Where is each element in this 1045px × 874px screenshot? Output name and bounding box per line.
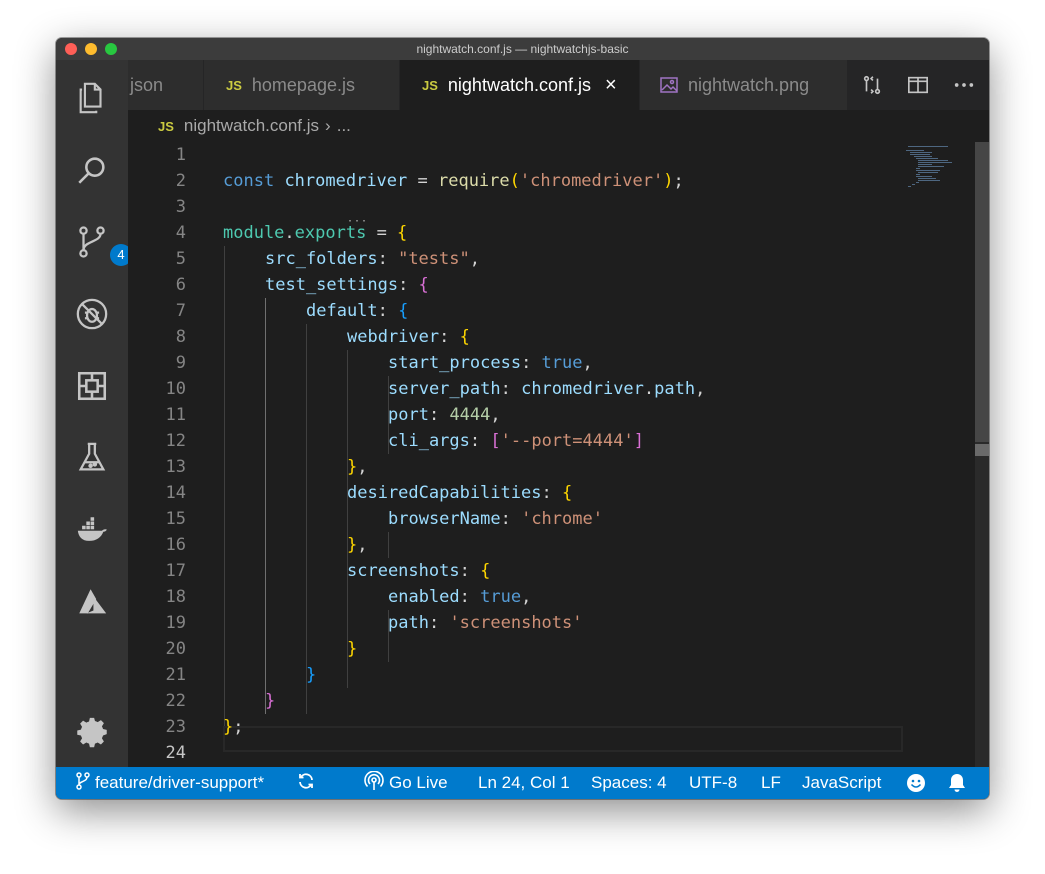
- code-line: 24: [165, 743, 186, 763]
- activity-bar: 4: [56, 60, 132, 767]
- scrollbar-thumb[interactable]: [975, 142, 989, 442]
- code-line: 4 module.exports = {: [175, 223, 408, 243]
- code-line: 9 start_process: true,: [175, 353, 593, 373]
- files-icon[interactable]: [74, 80, 110, 116]
- status-bar: feature/driver-support* Go Live Ln 24, C…: [56, 767, 989, 799]
- vertical-scrollbar[interactable]: [975, 142, 989, 767]
- breadcrumb: JS nightwatch.conf.js › ...: [128, 110, 989, 142]
- feedback-smiley-icon[interactable]: [906, 767, 931, 799]
- tab-label: homepage.js: [251, 74, 355, 95]
- encoding-setting[interactable]: UTF-8: [689, 767, 737, 799]
- code-line: 12 cli_args: ['--port=4444']: [165, 431, 644, 451]
- chevron-right-icon: ›: [325, 116, 331, 135]
- flask-icon[interactable]: [74, 440, 110, 476]
- code-line: 14 desiredCapabilities: {: [165, 483, 573, 503]
- tab-package-json[interactable]: json: [128, 60, 204, 110]
- code-line: 18 enabled: true,: [165, 587, 532, 607]
- debug-icon[interactable]: [74, 296, 110, 332]
- code-line: 21}: [165, 665, 317, 685]
- go-live-label: Go Live: [389, 773, 448, 792]
- broadcast-icon: [364, 770, 389, 796]
- code-line: 6 test_settings: {: [175, 275, 429, 295]
- sync-button[interactable]: [297, 767, 320, 799]
- code-line: 5 src_folders: "tests",: [175, 249, 480, 269]
- indentation-setting[interactable]: Spaces: 4: [591, 767, 667, 799]
- code-line: 22}: [165, 691, 276, 711]
- vscode-window: nightwatch.conf.js — nightwatchjs-basic …: [56, 38, 989, 799]
- gear-icon[interactable]: [74, 714, 110, 750]
- search-icon[interactable]: [74, 152, 110, 188]
- docker-icon[interactable]: [74, 512, 110, 548]
- code-line: 19 path: 'screenshots': [165, 613, 583, 633]
- js-file-icon: JS: [226, 77, 242, 93]
- go-live-button[interactable]: Go Live: [364, 767, 448, 799]
- eol-setting[interactable]: LF: [761, 767, 781, 799]
- code-line: 2 const chromedriver = require('chromedri…: [175, 171, 684, 191]
- code-line: 23};: [165, 717, 244, 737]
- sync-icon: [297, 772, 320, 795]
- code-line: 3: [175, 197, 186, 217]
- tab-label: nightwatch.conf.js: [447, 74, 591, 95]
- close-tab-icon[interactable]: ×: [605, 74, 617, 97]
- code-line: 1: [175, 145, 186, 165]
- code-line: 13},: [165, 457, 368, 477]
- js-file-icon: JS: [422, 77, 438, 93]
- branch-icon: [76, 771, 95, 795]
- branch-status[interactable]: feature/driver-support*: [76, 767, 264, 799]
- js-file-icon: JS: [158, 118, 174, 134]
- code-line: 11 port: 4444,: [165, 405, 501, 425]
- code-line: 8 webdriver: {: [175, 327, 470, 347]
- breadcrumb-file[interactable]: nightwatch.conf.js: [184, 116, 319, 136]
- bell-icon[interactable]: [948, 767, 971, 799]
- code-line: 15 browserName: 'chrome': [165, 509, 603, 529]
- code-line: 16},: [165, 535, 368, 555]
- minimap[interactable]: [902, 142, 974, 202]
- tab-homepage-js[interactable]: JS homepage.js: [204, 60, 400, 110]
- code-line: 7 default: {: [175, 301, 409, 321]
- more-actions-icon[interactable]: [952, 73, 976, 97]
- extensions-icon[interactable]: [74, 368, 110, 404]
- scrollbar-cursor-marker: [975, 444, 989, 456]
- tab-nightwatch-conf-js[interactable]: JS nightwatch.conf.js ×: [400, 60, 640, 110]
- title-bar: nightwatch.conf.js — nightwatchjs-basic: [56, 38, 989, 60]
- azure-icon[interactable]: [74, 584, 110, 620]
- open-changes-icon[interactable]: [860, 73, 884, 97]
- breadcrumb-symbol[interactable]: ...: [337, 116, 351, 136]
- code-line: 17 screenshots: {: [165, 561, 491, 581]
- window-title: nightwatch.conf.js — nightwatchjs-basic: [416, 42, 629, 56]
- split-editor-icon[interactable]: [906, 73, 930, 97]
- cursor-position[interactable]: Ln 24, Col 1: [478, 767, 570, 799]
- tab-bar: json JS homepage.js JS nightwatch.conf.j…: [128, 60, 989, 110]
- branch-name: feature/driver-support*: [95, 773, 265, 792]
- language-mode[interactable]: JavaScript: [802, 767, 881, 799]
- tab-nightwatch-png[interactable]: nightwatch.png: [640, 60, 848, 110]
- tab-label: nightwatch.png: [688, 74, 810, 95]
- code-line: 10 server_path: chromedriver.path,: [165, 379, 706, 399]
- code-editor[interactable]: ··· 1 2 const chromedriver = require('chr…: [128, 142, 989, 767]
- tab-label: json: [130, 74, 164, 95]
- source-control-icon[interactable]: 4: [74, 224, 132, 266]
- code-line: 20}: [165, 639, 358, 659]
- image-file-icon: [660, 77, 678, 93]
